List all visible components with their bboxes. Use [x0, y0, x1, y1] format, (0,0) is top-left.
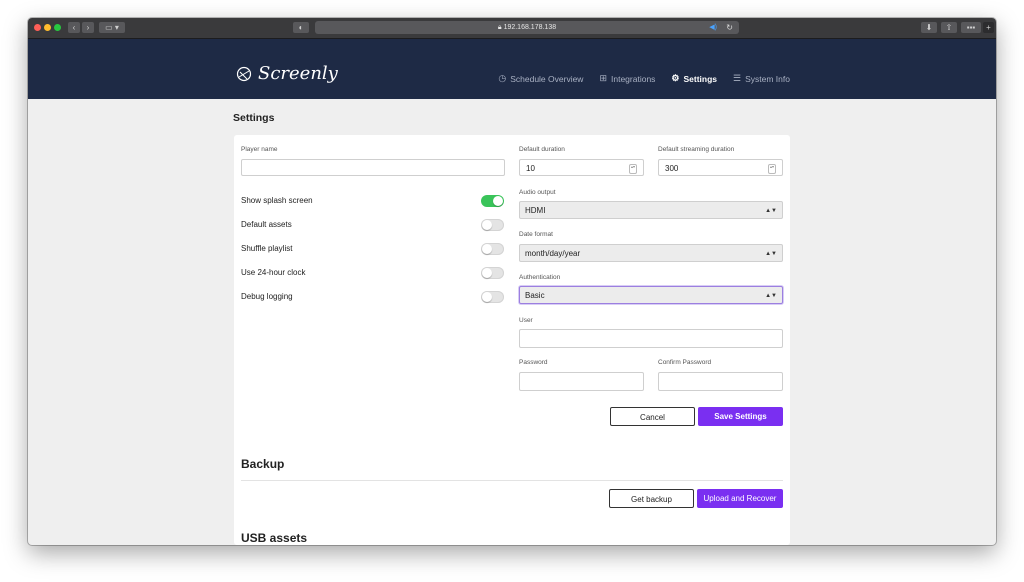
default-assets-toggle[interactable] — [481, 219, 504, 231]
nav-label: System Info — [745, 73, 790, 84]
toggle-label-default-assets: Default assets — [241, 220, 292, 229]
select-caret-icon: ▲▼ — [765, 251, 777, 257]
user-input[interactable] — [519, 329, 783, 348]
nav-settings[interactable]: ⚙ Settings — [671, 73, 717, 84]
date-format-value: month/day/year — [525, 249, 581, 258]
player-name-label: Player name — [241, 146, 278, 153]
brand-name: Screenly — [258, 63, 338, 84]
nav-label: Integrations — [611, 73, 656, 84]
default-duration-label: Default duration — [519, 146, 565, 153]
settings-card: Player name Show splash screen Default a… — [234, 135, 790, 545]
confirm-password-label: Confirm Password — [658, 359, 712, 366]
nav-label: Settings — [683, 73, 718, 84]
splash-screen-toggle[interactable] — [481, 195, 504, 207]
url-text: 192.168.178.138 — [503, 24, 557, 31]
lock-icon: 🔒︎ — [497, 24, 502, 31]
browser-toolbar: ‹ › ▭ ▾ ◐ 🔒︎ 192.168.178.138 ◀) ↻ ⬇ ⇧ ▪▪… — [28, 18, 996, 39]
password-label: Password — [519, 359, 548, 366]
audio-output-label: Audio output — [519, 189, 556, 196]
privacy-shield-icon[interactable]: ◐ — [293, 22, 309, 33]
select-caret-icon: ▲▼ — [765, 208, 777, 214]
app-navbar: Screenly ◷ Schedule Overview ⊞ Integrati… — [28, 39, 996, 99]
toggle-knob — [482, 220, 492, 230]
nav-integrations[interactable]: ⊞ Integrations — [599, 73, 655, 84]
user-label: User — [519, 317, 533, 324]
toggle-label-splash: Show splash screen — [241, 196, 313, 205]
audio-output-select[interactable]: HDMI ▲▼ — [519, 201, 783, 219]
get-backup-button[interactable]: Get backup — [609, 489, 694, 508]
nav-system-info[interactable]: ☰ System Info — [733, 73, 790, 84]
save-settings-button[interactable]: Save Settings — [698, 407, 783, 426]
zoom-window-button[interactable] — [54, 24, 61, 31]
usb-assets-section-title: USB assets — [241, 531, 308, 545]
audio-playing-icon[interactable]: ◀) — [709, 21, 717, 34]
toggle-knob — [493, 196, 503, 206]
authentication-select[interactable]: Basic ▲▼ — [519, 286, 783, 304]
forward-arrow-icon[interactable]: › — [82, 22, 94, 33]
authentication-value: Basic — [525, 291, 545, 300]
page-title: Settings — [233, 112, 275, 124]
streaming-duration-input[interactable]: 300 ▴▾ — [658, 159, 783, 176]
toggle-label-24h: Use 24-hour clock — [241, 268, 306, 277]
brand-logo[interactable]: Screenly — [236, 63, 338, 84]
download-icon[interactable]: ⬇ — [921, 22, 937, 33]
24-hour-clock-toggle[interactable] — [481, 267, 504, 279]
back-arrow-icon[interactable]: ‹ — [68, 22, 80, 33]
section-divider — [241, 480, 783, 481]
default-duration-input[interactable]: 10 ▴▾ — [519, 159, 644, 176]
select-caret-icon: ▲▼ — [765, 293, 777, 299]
player-name-input[interactable] — [241, 159, 505, 176]
sidebar-toggle-icon[interactable]: ▭ ▾ — [99, 22, 125, 33]
cancel-button[interactable]: Cancel — [610, 407, 695, 426]
streaming-duration-value: 300 — [665, 164, 679, 173]
upload-recover-button[interactable]: Upload and Recover — [697, 489, 783, 508]
toggle-knob — [482, 244, 492, 254]
stepper-icon[interactable]: ▴▾ — [768, 164, 776, 174]
main-nav: ◷ Schedule Overview ⊞ Integrations ⚙ Set… — [498, 73, 790, 84]
toggle-label-shuffle: Shuffle playlist — [241, 244, 293, 253]
confirm-password-input[interactable] — [658, 372, 783, 391]
address-bar[interactable]: 🔒︎ 192.168.178.138 ◀) ↻ — [315, 21, 739, 34]
streaming-duration-label: Default streaming duration — [658, 146, 735, 153]
new-tab-icon[interactable]: + — [983, 22, 994, 33]
toggle-knob — [482, 268, 492, 278]
nav-schedule-overview[interactable]: ◷ Schedule Overview — [498, 73, 583, 84]
clock-icon: ◷ — [498, 73, 507, 83]
minimize-window-button[interactable] — [44, 24, 51, 31]
gears-icon: ⚙ — [671, 73, 680, 83]
date-format-select[interactable]: month/day/year ▲▼ — [519, 244, 783, 262]
toggle-label-debug: Debug logging — [241, 292, 293, 301]
share-icon[interactable]: ⇧ — [941, 22, 957, 33]
date-format-label: Date format — [519, 231, 553, 238]
list-icon: ☰ — [733, 73, 742, 83]
toggle-knob — [482, 292, 492, 302]
backup-section-title: Backup — [241, 457, 285, 471]
stepper-icon[interactable]: ▴▾ — [629, 164, 637, 174]
browser-window: ‹ › ▭ ▾ ◐ 🔒︎ 192.168.178.138 ◀) ↻ ⬇ ⇧ ▪▪… — [28, 18, 996, 545]
tab-overview-icon[interactable]: ▪▪▪ — [961, 22, 981, 33]
close-window-button[interactable] — [34, 24, 41, 31]
authentication-label: Authentication — [519, 274, 561, 281]
audio-output-value: HDMI — [525, 206, 546, 215]
nav-label: Schedule Overview — [510, 73, 584, 84]
screenly-logo-icon — [236, 66, 252, 81]
plus-square-icon: ⊞ — [599, 73, 607, 83]
password-input[interactable] — [519, 372, 644, 391]
default-duration-value: 10 — [526, 164, 535, 173]
debug-logging-toggle[interactable] — [481, 291, 504, 303]
shuffle-playlist-toggle[interactable] — [481, 243, 504, 255]
reload-icon[interactable]: ↻ — [726, 21, 733, 34]
